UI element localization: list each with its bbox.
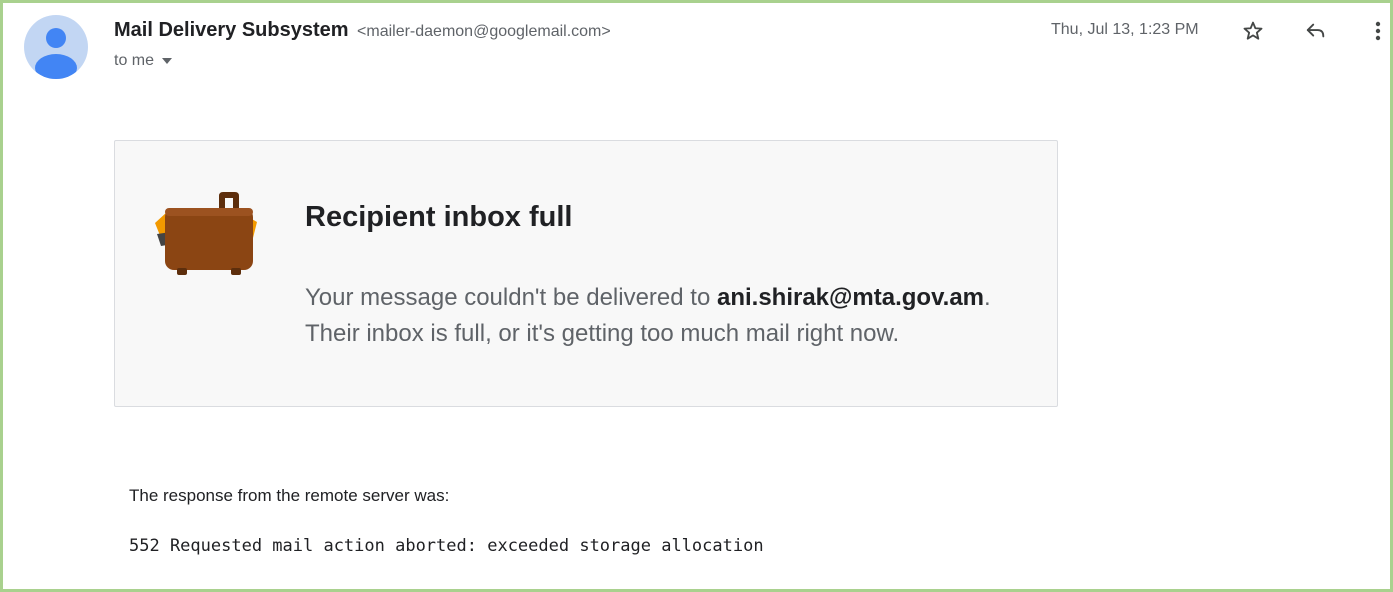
notice-message-prefix: Your message couldn't be delivered to <box>305 284 717 311</box>
sender-line: Mail Delivery Subsystem <mailer-daemon@g… <box>114 19 611 42</box>
bounce-notice-card: Recipient inbox full Your message couldn… <box>114 140 1058 407</box>
star-outline-icon <box>1243 21 1263 40</box>
more-options-button[interactable] <box>1363 16 1393 46</box>
sender-avatar[interactable] <box>24 15 88 79</box>
notice-message-suffix: . <box>984 284 991 311</box>
recipient-details-toggle[interactable]: to me <box>114 52 173 70</box>
notice-message: Your message couldn't be delivered to an… <box>305 280 991 352</box>
caret-down-icon <box>162 58 173 64</box>
message-date: Thu, Jul 13, 1:23 PM <box>1051 21 1199 38</box>
server-response-code: 552 Requested mail action aborted: excee… <box>129 536 764 556</box>
suitcase-icon <box>155 192 257 275</box>
email-view: Mail Delivery Subsystem <mailer-daemon@g… <box>0 0 1393 592</box>
server-response-intro: The response from the remote server was: <box>129 486 450 505</box>
reply-button[interactable] <box>1301 16 1331 46</box>
recipient-label: to me <box>114 52 155 69</box>
recipient-address: ani.shirak@mta.gov.am <box>716 284 985 311</box>
reply-arrow-icon <box>1306 23 1325 38</box>
notice-message-line2: Their inbox is full, or it's getting too… <box>305 320 900 347</box>
star-button[interactable] <box>1238 16 1268 46</box>
notice-title: Recipient inbox full <box>305 201 573 233</box>
sender-email: <mailer-daemon@googlemail.com> <box>357 23 611 40</box>
vertical-dots-icon <box>1375 21 1381 41</box>
sender-name[interactable]: Mail Delivery Subsystem <box>114 19 349 41</box>
person-icon <box>35 28 77 79</box>
